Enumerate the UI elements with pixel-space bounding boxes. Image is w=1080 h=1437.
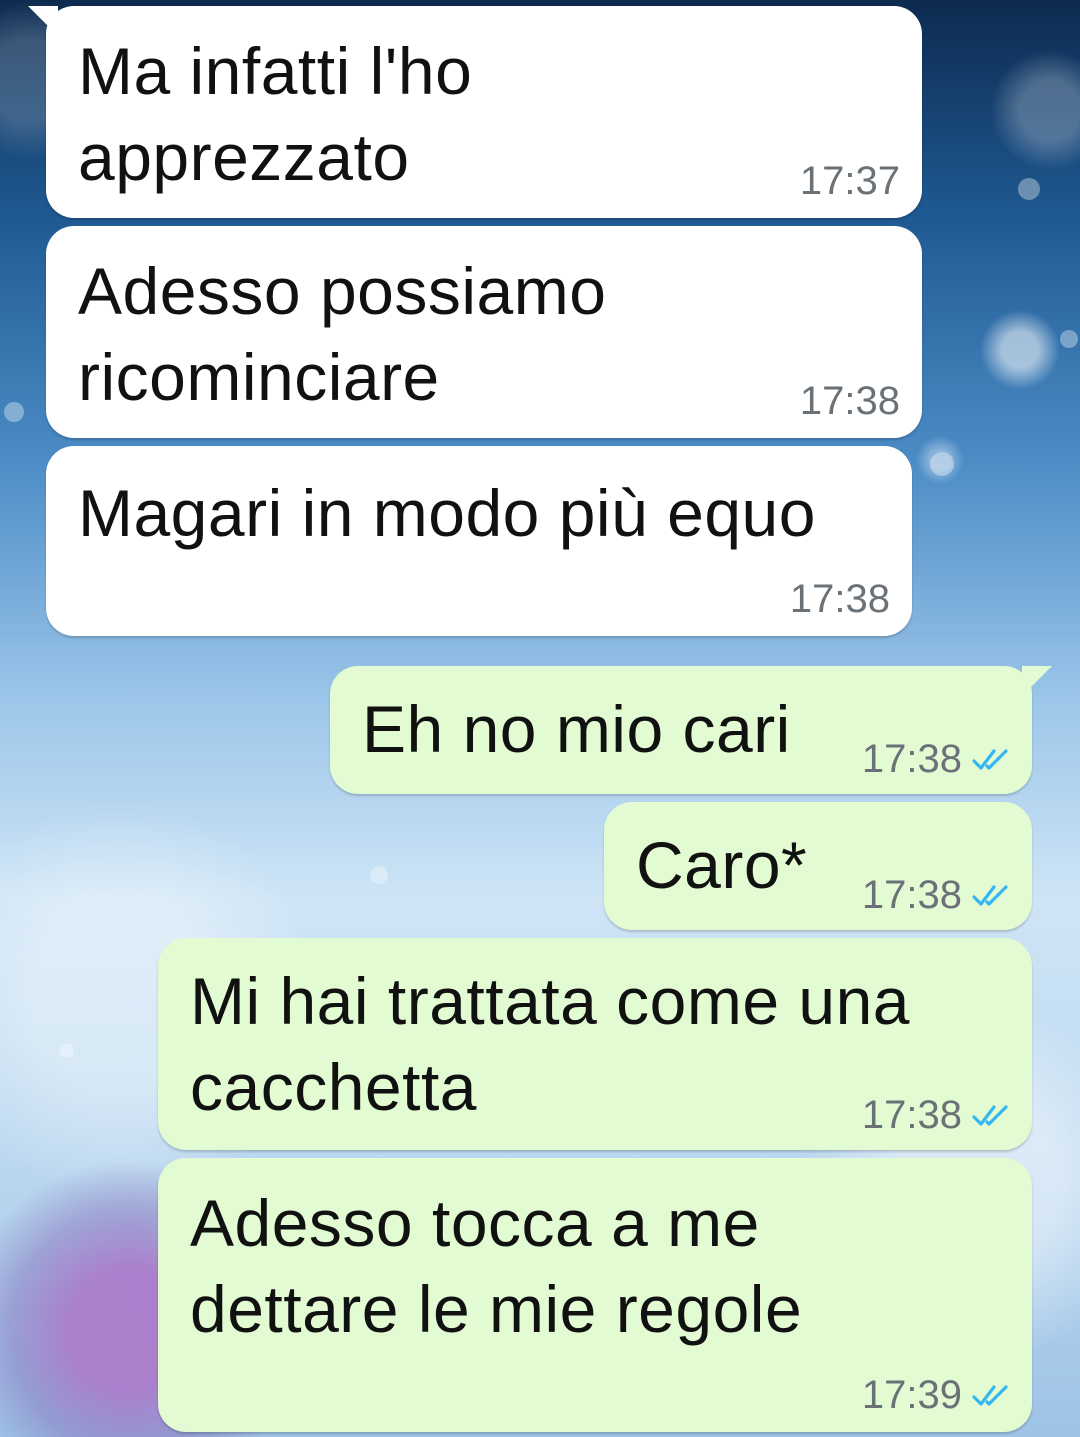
message-text: Eh no mio cari	[362, 692, 791, 766]
double-check-icon	[972, 1384, 1008, 1406]
chat-conversation[interactable]: Ma infatti l'ho apprezzato 17:37 Adesso …	[0, 0, 1080, 1437]
message-time: 17:38	[861, 873, 962, 917]
double-check-icon	[972, 884, 1008, 906]
message-text: Ma infatti l'ho apprezzato	[78, 34, 473, 194]
message-time: 17:38	[861, 737, 962, 781]
message-time: 17:37	[799, 159, 900, 203]
message-text: Adesso tocca a me dettare le mie regole	[190, 1186, 803, 1346]
message-text: Magari in modo più equo	[78, 476, 816, 550]
message-bubble-incoming[interactable]: Magari in modo più equo 17:38	[46, 446, 912, 636]
message-bubble-incoming[interactable]: Ma infatti l'ho apprezzato 17:37	[28, 6, 922, 218]
message-text: Adesso possiamo ricominciare	[78, 254, 607, 414]
double-check-icon	[972, 1104, 1008, 1126]
message-bubble-incoming[interactable]: Adesso possiamo ricominciare 17:38	[46, 226, 922, 438]
bubble-tail	[1022, 666, 1052, 696]
message-bubble-outgoing[interactable]: Eh no mio cari 17:38	[330, 666, 1052, 794]
message-time: 17:39	[861, 1373, 962, 1417]
message-time: 17:38	[789, 577, 890, 621]
bubble-tail	[28, 6, 58, 36]
message-text: Caro*	[636, 828, 808, 902]
double-check-icon	[972, 748, 1008, 770]
message-bubble-outgoing[interactable]: Adesso tocca a me dettare le mie regole …	[158, 1158, 1032, 1432]
message-time: 17:38	[861, 1093, 962, 1137]
message-time: 17:38	[799, 379, 900, 423]
message-bubble-outgoing[interactable]: Mi hai trattata come una cacchetta 17:38	[158, 938, 1032, 1150]
message-text: Mi hai trattata come una cacchetta	[190, 964, 911, 1124]
message-bubble-outgoing[interactable]: Caro* 17:38	[604, 802, 1032, 930]
